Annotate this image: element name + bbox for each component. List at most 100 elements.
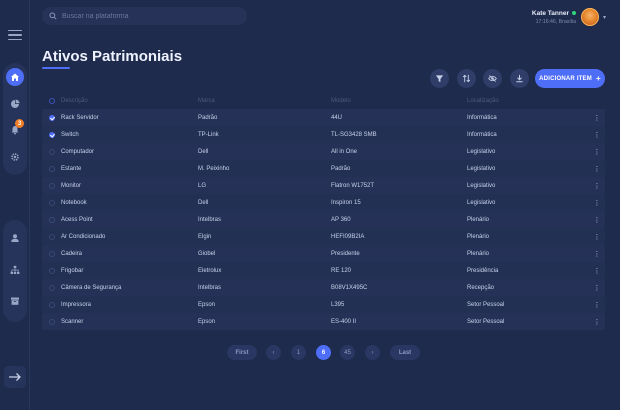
table-row[interactable]: Cadeira Giobel Presidente Plenário ⋮ [42,245,605,262]
row-checkbox[interactable] [48,148,55,155]
table-row[interactable]: Scanner Epson ES-400 II Setor Pessoal ⋮ [42,313,605,330]
search-bar[interactable] [42,7,247,25]
row-menu-icon[interactable]: ⋮ [589,114,605,122]
row-menu-icon[interactable]: ⋮ [589,250,605,258]
cell-descricao: Frigobar [61,267,84,274]
row-menu-icon[interactable]: ⋮ [589,318,605,326]
row-menu-icon[interactable]: ⋮ [589,199,605,207]
table-row[interactable]: Rack Servidor Padrão 44U Informática ⋮ [42,109,605,126]
select-all-checkbox[interactable] [48,98,55,104]
row-check-cell [42,114,61,121]
row-menu-icon[interactable]: ⋮ [589,148,605,156]
row-menu-icon[interactable]: ⋮ [589,182,605,190]
filter-button[interactable] [430,69,449,88]
user-icon[interactable] [6,229,24,247]
avatar[interactable] [580,8,599,26]
add-item-button[interactable]: ADICIONAR ITEM + [535,69,605,88]
cell-descricao: Estante [61,165,82,172]
cell-marca: Giobel [198,250,216,257]
table-row[interactable]: Notebook Dell Inspiron 15 Legislativo ⋮ [42,194,605,211]
row-menu-icon[interactable]: ⋮ [589,284,605,292]
cell-marca: Dell [198,148,209,155]
archive-icon[interactable] [6,292,24,310]
plus-icon: + [595,73,601,83]
page-button[interactable]: 45 [340,345,355,360]
notification-badge: 3 [15,119,24,128]
row-menu-icon[interactable]: ⋮ [589,131,605,139]
table-row[interactable]: Ar Condicionado Elgin HEFI09B2IA Plenário ⋮ [42,228,605,245]
row-checkbox[interactable] [48,199,55,206]
row-checkbox[interactable] [48,114,55,121]
row-checkbox[interactable] [48,233,55,240]
table-header: Descrição Marca Modelo Localização [42,93,605,109]
row-checkbox[interactable] [48,131,55,138]
cell-modelo: Padrão [331,165,351,172]
cell-modelo: RE 120 [331,267,352,274]
org-chart-icon[interactable] [6,261,24,279]
row-check-cell [42,250,61,257]
table-row[interactable]: Estante M. Peixinho Padrão Legislativo ⋮ [42,160,605,177]
table-row[interactable]: Switch TP-Link TL-SG3428 SMB Informática ⋮ [42,126,605,143]
row-checkbox[interactable] [48,284,55,291]
table-row[interactable]: Acess Point Intelbras AP 360 Plenário ⋮ [42,211,605,228]
table-row[interactable]: Frigobar Eletrolux RE 120 Presidência ⋮ [42,262,605,279]
cell-modelo: All in One [331,148,358,155]
row-menu-icon[interactable]: ⋮ [589,165,605,173]
row-check-cell [42,318,61,325]
cell-marca: Epson [198,318,216,325]
user-menu[interactable]: Kate Tanner 17:16:46, Brasília ▾ [532,6,606,28]
cell-descricao: Rack Servidor [61,114,99,121]
add-item-label: ADICIONAR ITEM [539,75,592,82]
header-localizacao[interactable]: Localização [467,98,589,104]
cell-modelo: TL-SG3428 SMB [331,131,377,138]
row-menu-icon[interactable]: ⋮ [589,267,605,275]
table-row[interactable]: Monitor LG Flatron W1752T Legislativo ⋮ [42,177,605,194]
row-checkbox[interactable] [48,318,55,325]
page-button-current[interactable]: 6 [316,345,331,360]
row-checkbox[interactable] [48,301,55,308]
first-page-button[interactable]: First [227,345,257,360]
cell-localizacao: Presidência [467,267,499,274]
row-menu-icon[interactable]: ⋮ [589,301,605,309]
row-menu-icon[interactable]: ⋮ [589,216,605,224]
row-check-cell [42,267,61,274]
download-button[interactable] [510,69,529,88]
cell-marca: Intelbras [198,216,222,223]
gear-icon[interactable] [6,148,24,166]
cell-marca: TP-Link [198,131,219,138]
table-row[interactable]: Computador Dell All in One Legislativo ⋮ [42,143,605,160]
sort-button[interactable] [457,69,476,88]
header-modelo[interactable]: Modelo [331,98,467,104]
cell-localizacao: Informática [467,131,497,138]
row-checkbox[interactable] [48,182,55,189]
user-name: Kate Tanner [531,9,569,17]
row-menu-icon[interactable]: ⋮ [589,233,605,241]
cell-descricao: Monitor [61,182,82,189]
hamburger-menu-icon[interactable] [8,30,22,41]
row-checkbox[interactable] [48,267,55,274]
pie-chart-icon[interactable] [6,95,24,113]
header-marca[interactable]: Marca [198,98,331,104]
search-input[interactable] [62,12,242,20]
cell-descricao: Ar Condicionado [61,233,106,240]
row-checkbox[interactable] [48,250,55,257]
home-icon[interactable] [6,68,24,86]
prev-page-button[interactable]: ‹ [266,345,281,360]
row-check-cell [42,131,61,138]
cell-localizacao: Recepção [467,284,495,291]
cell-localizacao: Legislativo [467,199,496,206]
table-row[interactable]: Câmera de Segurança Intelbras B08V1X495C Re… [42,279,605,296]
chevron-down-icon[interactable]: ▾ [603,14,606,21]
next-page-button[interactable]: › [365,345,380,360]
page-button[interactable]: 1 [291,345,306,360]
visibility-button[interactable] [483,69,502,88]
download-icon [516,74,523,83]
last-page-button[interactable]: Last [390,345,420,360]
cell-modelo: ES-400 II [331,318,357,325]
cell-modelo: L395 [331,301,345,308]
row-checkbox[interactable] [48,165,55,172]
header-descricao[interactable]: Descrição [61,98,198,104]
logout-arrow-icon[interactable] [4,366,26,388]
table-row[interactable]: Impressora Epson L395 Setor Pessoal ⋮ [42,296,605,313]
row-checkbox[interactable] [48,216,55,223]
